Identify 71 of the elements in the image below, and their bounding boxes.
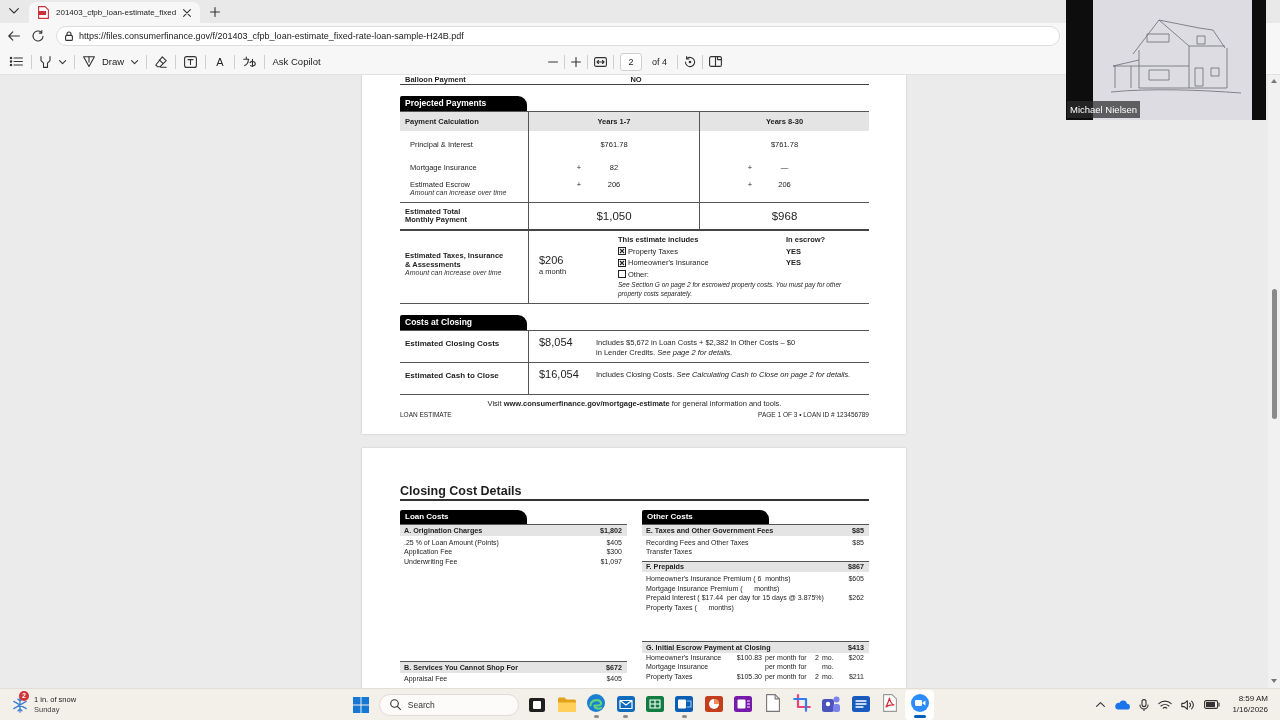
folder-icon	[557, 697, 576, 712]
rotate-icon[interactable]	[684, 55, 696, 68]
page-count-label: of 4	[652, 56, 667, 67]
two-page-icon[interactable]	[709, 56, 722, 67]
row-label: Estimated Closing Costs	[405, 339, 500, 348]
scrollbar-thumb[interactable]	[1271, 289, 1277, 419]
participant-name: Michael Nielsen	[1067, 101, 1141, 118]
chevron-down-icon[interactable]	[9, 8, 19, 14]
amount: $206	[539, 254, 564, 267]
ask-button[interactable]: Ask Copilot	[272, 56, 321, 67]
minus-icon[interactable]	[548, 60, 558, 63]
row-label: Estimated Cash to Close	[405, 371, 499, 380]
video-camera-icon	[910, 694, 929, 712]
text-box-icon[interactable]	[184, 55, 198, 68]
section-heading: Costs at Closing	[400, 315, 527, 330]
caret-icon	[131, 59, 139, 64]
total-amount: $1,050	[596, 209, 632, 223]
address-field[interactable]: https://files.consumerfinance.gov/f/201403_cfpb_loan-estimate_fixed-rate-loan-sample-H24B.pdf	[56, 26, 1060, 46]
contents-icon[interactable]	[10, 57, 23, 66]
pdf-file-icon	[38, 6, 49, 19]
scroll-down-arrow-icon[interactable]	[1271, 679, 1277, 683]
blank-page-icon	[765, 694, 780, 712]
snowflake-icon[interactable]	[12, 696, 28, 713]
page-title: Closing Cost Details	[400, 484, 522, 498]
notebook-icon	[734, 696, 753, 712]
search-icon	[389, 699, 401, 710]
lock-icon	[65, 31, 73, 41]
scroll-up-arrow-icon[interactable]	[1271, 79, 1277, 83]
panel-tile-icon	[675, 696, 694, 712]
swirl-icon	[587, 694, 606, 712]
pen-nib-icon	[83, 56, 95, 67]
total-amount: $968	[771, 209, 798, 223]
document-lines-icon	[851, 696, 870, 712]
caret-icon[interactable]	[59, 59, 66, 64]
scrollbar[interactable]	[1268, 75, 1280, 688]
back-arrow-icon[interactable]	[8, 31, 20, 41]
browser-tab[interactable]: 201403_cfpb_loan-estimate_fixed	[29, 2, 201, 23]
speaker-icon[interactable]	[1181, 699, 1196, 710]
people-tile-icon	[822, 696, 841, 712]
fit-width-icon[interactable]	[594, 56, 607, 67]
clock-time: 8:59 AM	[1238, 694, 1268, 705]
amount: $16,054	[539, 368, 579, 380]
cloud-icon[interactable]	[1114, 699, 1131, 710]
plus-icon[interactable]	[210, 7, 221, 17]
pie-tile-icon	[704, 696, 723, 712]
script-glyphs-icon[interactable]	[242, 56, 256, 67]
pdf-file-icon	[883, 694, 898, 712]
page-number-field[interactable]: 2	[620, 52, 642, 71]
envelope-tile-icon	[616, 696, 635, 712]
amount: $8,054	[539, 336, 573, 348]
reload-icon[interactable]	[32, 30, 44, 42]
plus-icon[interactable]	[571, 56, 581, 67]
close-icon[interactable]	[183, 8, 192, 17]
taskbar-button[interactable]	[904, 689, 935, 720]
wifi-icon[interactable]	[1158, 699, 1173, 710]
grid-tile-icon	[646, 696, 664, 712]
crop-tool-icon	[792, 694, 811, 712]
highlighter-icon[interactable]	[40, 55, 51, 68]
start-icon[interactable]	[352, 696, 369, 713]
read-aloud-button[interactable]: A	[214, 54, 226, 69]
framed-square-icon	[529, 698, 546, 712]
section-heading: Loan Costs	[400, 510, 527, 524]
search-box[interactable]: Search	[378, 693, 519, 716]
section-heading: Other Costs	[642, 510, 769, 524]
section-heading: Projected Payments	[400, 96, 527, 111]
draw-button[interactable]: Draw	[83, 56, 139, 67]
battery-icon[interactable]	[1204, 700, 1221, 709]
microphone-icon[interactable]	[1139, 698, 1150, 711]
clock-date: 1/16/2026	[1232, 704, 1268, 715]
chevron-up-icon[interactable]	[1096, 702, 1106, 707]
eraser-icon[interactable]	[155, 55, 168, 68]
